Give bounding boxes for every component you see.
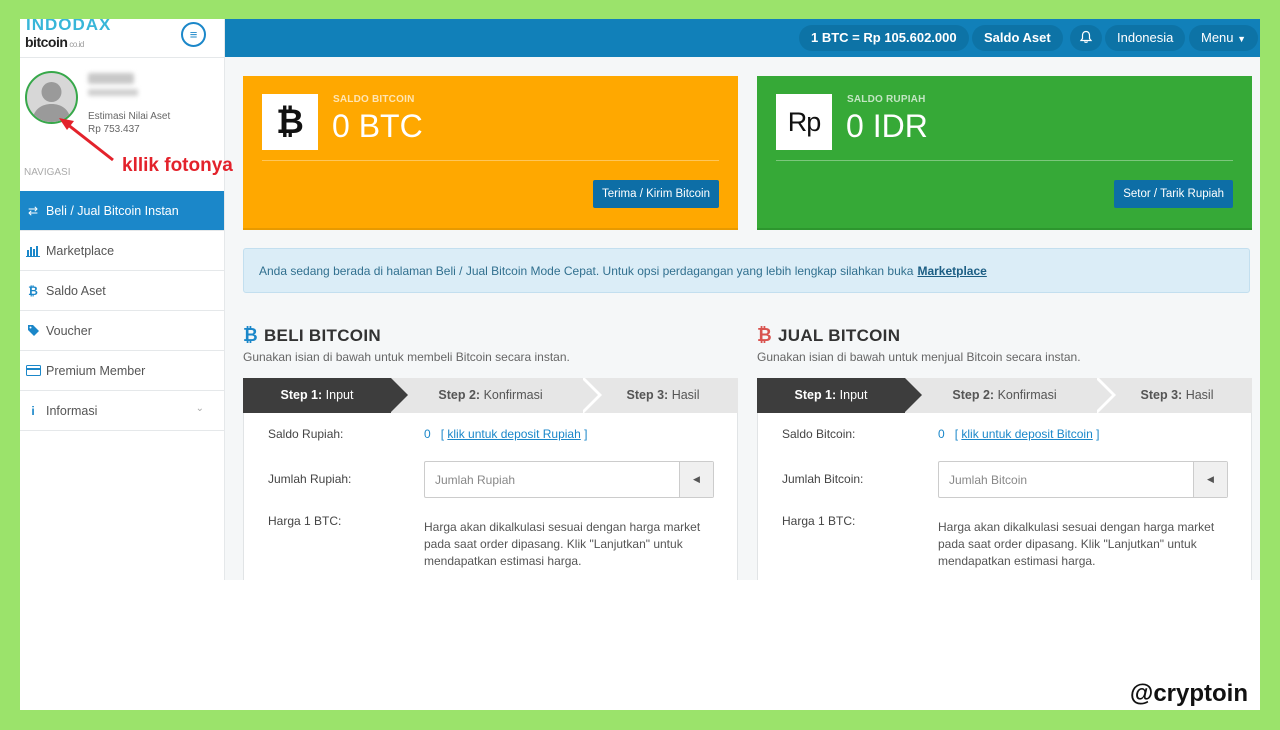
watermark: @cryptoin <box>1129 680 1248 707</box>
annotation-text: kllik fotonya <box>122 155 233 176</box>
annotation-arrow <box>59 118 114 162</box>
